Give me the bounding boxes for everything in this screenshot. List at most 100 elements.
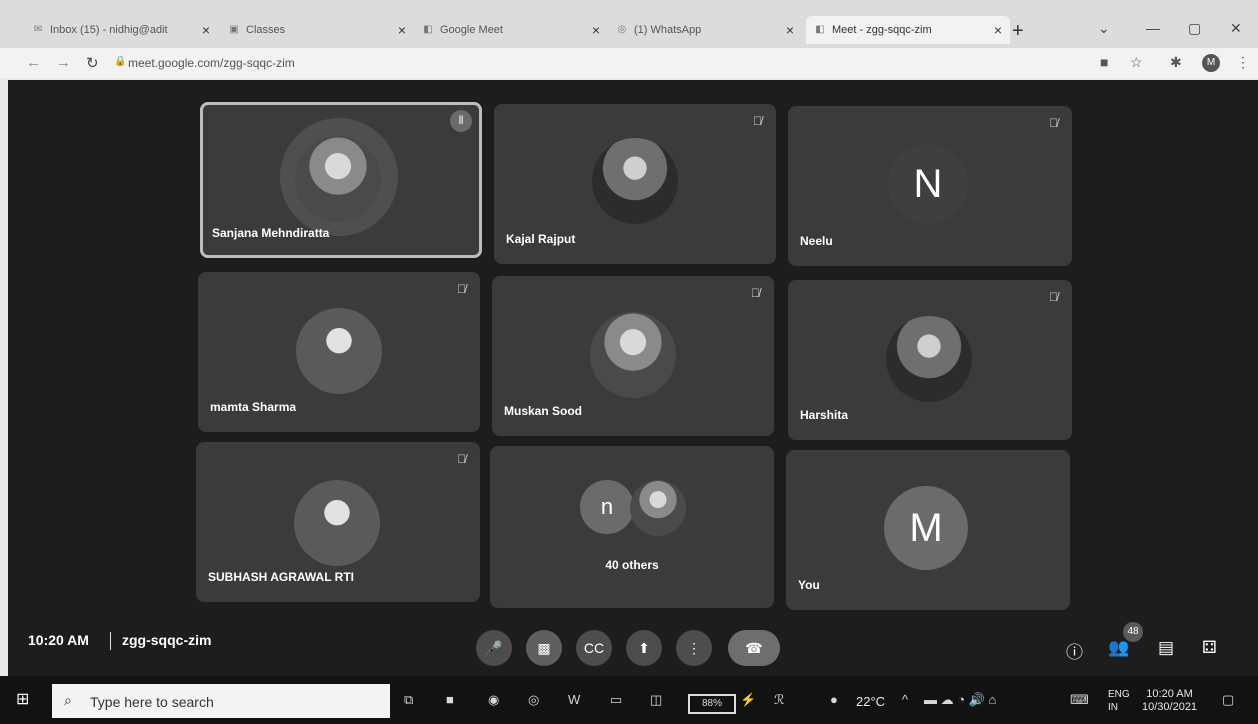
new-tab-button[interactable]: +	[1012, 20, 1024, 43]
chat-icon[interactable]: ▤	[1158, 638, 1174, 658]
charging-icon: ⚡	[740, 692, 757, 707]
tab-meet-active[interactable]: ◧ Meet - zgg-sqqc-zim ×	[806, 16, 1010, 44]
audio-level-icon: ⦀	[450, 110, 472, 132]
task-view-icon[interactable]: ⧉	[404, 692, 413, 708]
windows-start-icon[interactable]: ⊞	[16, 692, 32, 708]
mic-icon: 🎤	[485, 640, 503, 656]
weather-icon[interactable]: ●	[830, 692, 838, 707]
activities-icon[interactable]: ⚃	[1202, 638, 1217, 658]
self-tile[interactable]: M You	[786, 450, 1070, 610]
participant-tile[interactable]: 🎙̸ mamta Sharma	[198, 272, 480, 432]
meeting-code: zgg-sqqc-zim	[122, 632, 212, 648]
close-tab-icon[interactable]: ×	[994, 22, 1002, 38]
close-tab-icon[interactable]: ×	[592, 22, 600, 38]
profile-avatar[interactable]: M	[1202, 54, 1220, 72]
reload-icon[interactable]: ↻	[86, 54, 99, 72]
close-tab-icon[interactable]: ×	[398, 22, 406, 38]
region-code: IN	[1108, 702, 1118, 713]
present-button[interactable]: ⬆	[626, 630, 662, 666]
participant-tile[interactable]: 🎙̸ Harshita	[788, 280, 1072, 440]
meet-icon: ◧	[815, 24, 825, 35]
windows-taskbar: ⊞ ⌕ Type here to search ⧉ ■ ◉ ◎ W ▭ ◫ 88…	[0, 676, 1258, 724]
participant-name: Harshita	[800, 408, 849, 422]
people-taskbar-icon[interactable]: ℛ	[774, 692, 784, 708]
input-language[interactable]: ENG IN	[1108, 688, 1130, 714]
camera-icon[interactable]: ■	[1100, 54, 1108, 70]
captions-button[interactable]: CC	[576, 630, 612, 666]
chrome-icon[interactable]: ◎	[528, 692, 539, 708]
lock-icon: 🔒	[114, 56, 127, 67]
participant-name: Muskan Sood	[504, 404, 583, 418]
people-icon[interactable]: 👥	[1108, 638, 1129, 658]
more-options-button[interactable]: ⋮	[676, 630, 712, 666]
participant-tile[interactable]: 🎙̸ Muskan Sood	[492, 276, 774, 436]
participant-initial: n	[580, 480, 634, 534]
mic-off-icon: 🎙̸	[457, 282, 466, 296]
participant-tile[interactable]: ⦀ Sanjana Mehndiratta	[200, 102, 482, 258]
classroom-icon: ▣	[229, 24, 239, 35]
menu-icon[interactable]: ⋮	[1236, 54, 1250, 71]
notifications-icon[interactable]: ▢	[1222, 692, 1234, 708]
tray-icons[interactable]: ▬ ☁ ◔ 🔊 ⌂	[924, 692, 996, 708]
participant-name: Sanjana Mehndiratta	[212, 226, 330, 240]
participant-photo	[630, 480, 686, 536]
hang-up-icon: ☎	[745, 640, 763, 656]
tab-label: Classes	[246, 24, 286, 36]
meet-control-bar: 10:20 AM zgg-sqqc-zim 🎤 ▩ CC ⬆ ⋮ ☎ ⓘ 👥 4…	[8, 616, 1258, 676]
tab-search-icon[interactable]: ⌄	[1098, 20, 1110, 37]
self-initial: M	[884, 486, 968, 570]
bookmark-star-icon[interactable]: ☆	[1130, 54, 1143, 71]
mail-icon: ✉	[33, 24, 43, 35]
url-text[interactable]: meet.google.com/zgg-sqqc-zim	[128, 56, 295, 70]
keyboard-icon[interactable]: ⌨	[1070, 692, 1089, 708]
divider	[110, 632, 111, 650]
microphone-button[interactable]: 🎤	[476, 630, 512, 666]
browser-tab-bar: ✉ Inbox (15) - nidhig@adit × ▣ Classes ×…	[0, 0, 1258, 48]
close-window-button[interactable]: ✕	[1230, 20, 1242, 37]
language-code: ENG	[1108, 689, 1130, 700]
others-tile[interactable]: n 40 others	[490, 446, 774, 608]
tab-classes[interactable]: ▣ Classes ×	[228, 16, 414, 44]
participant-photo	[294, 480, 380, 566]
others-count: 40 others	[605, 558, 659, 572]
close-tab-icon[interactable]: ×	[202, 22, 210, 38]
search-placeholder: Type here to search	[90, 694, 214, 710]
temperature[interactable]: 22°C	[856, 694, 885, 709]
clock-time: 10:20 AM	[1146, 688, 1193, 700]
meet-app-icon[interactable]: ■	[446, 692, 454, 707]
captions-icon: CC	[583, 640, 605, 656]
edge-icon[interactable]: ◉	[488, 692, 499, 708]
tab-label: (1) WhatsApp	[634, 24, 702, 36]
close-tab-icon[interactable]: ×	[786, 22, 794, 38]
participant-name: You	[798, 578, 820, 592]
address-bar: ← → ↻ 🔒 meet.google.com/zgg-sqqc-zim ■ ☆…	[0, 48, 1258, 78]
participant-photo	[296, 308, 382, 394]
tray-chevron-icon[interactable]: ^	[902, 692, 908, 707]
battery-indicator: 88%	[688, 694, 736, 714]
info-icon[interactable]: ⓘ	[1066, 638, 1083, 663]
participant-count-badge: 48	[1123, 622, 1143, 642]
participant-photo	[592, 138, 678, 224]
tab-whatsapp[interactable]: ◎ (1) WhatsApp ×	[616, 16, 802, 44]
participant-name: SUBHASH AGRAWAL RTI	[208, 570, 355, 584]
system-clock[interactable]: 10:20 AM 10/30/2021	[1142, 688, 1197, 714]
app-icon[interactable]: ◫	[650, 692, 662, 708]
word-icon[interactable]: W	[568, 692, 580, 707]
mic-off-icon: 🎙̸	[1049, 116, 1058, 130]
tab-inbox[interactable]: ✉ Inbox (15) - nidhig@adit ×	[32, 16, 218, 44]
camera-off-button[interactable]: ▩	[526, 630, 562, 666]
tab-google-meet[interactable]: ◧ Google Meet ×	[422, 16, 608, 44]
taskbar-search-box[interactable]: ⌕ Type here to search	[52, 684, 390, 718]
restore-button[interactable]: ▢	[1188, 20, 1201, 37]
participant-tile[interactable]: N 🎙̸ Neelu	[788, 106, 1072, 266]
participant-tile[interactable]: 🎙̸ SUBHASH AGRAWAL RTI	[196, 442, 480, 602]
minimize-button[interactable]: —	[1146, 20, 1160, 36]
more-icon: ⋮	[687, 640, 701, 656]
forward-icon[interactable]: →	[56, 54, 71, 71]
meet-icon: ◧	[423, 24, 433, 35]
leave-call-button[interactable]: ☎	[728, 630, 780, 666]
file-explorer-icon[interactable]: ▭	[610, 692, 622, 708]
extensions-icon[interactable]: ✱	[1170, 54, 1182, 71]
participant-tile[interactable]: 🎙̸ Kajal Rajput	[494, 104, 776, 264]
back-icon[interactable]: ←	[26, 54, 41, 71]
